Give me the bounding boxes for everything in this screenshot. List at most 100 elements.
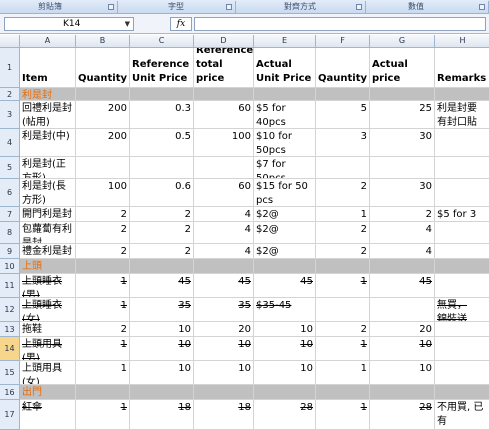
column-header-h[interactable]: H	[435, 35, 489, 48]
cell-g14[interactable]: 10	[370, 337, 435, 361]
cell-c16[interactable]	[130, 385, 194, 400]
cell-d4[interactable]: 100	[194, 129, 254, 157]
cell-f12[interactable]	[316, 298, 370, 322]
cell-h14[interactable]	[435, 337, 489, 361]
cell-d7[interactable]: 4	[194, 207, 254, 222]
column-header-c[interactable]: C	[130, 35, 194, 48]
column-header-b[interactable]: B	[76, 35, 130, 48]
dialog-launcher-icon[interactable]	[479, 4, 485, 10]
cell-g10[interactable]	[370, 259, 435, 274]
cell-c10[interactable]	[130, 259, 194, 274]
cell-h11[interactable]	[435, 274, 489, 298]
cell-a12[interactable]: 上頭睡衣 (女)	[20, 298, 76, 322]
cell-c4[interactable]: 0.5	[130, 129, 194, 157]
row-header[interactable]: 4	[0, 129, 20, 157]
cell-a13[interactable]: 拖鞋	[20, 322, 76, 337]
cell-f9[interactable]: 2	[316, 244, 370, 259]
ribbon-group-clipboard[interactable]: 剪貼簿	[0, 1, 118, 13]
cell-e3[interactable]: $5 for 40pcs	[254, 101, 316, 129]
cell-d8[interactable]: 4	[194, 222, 254, 244]
cell-c5[interactable]	[130, 157, 194, 179]
cell-e14[interactable]: 10	[254, 337, 316, 361]
cell-g15[interactable]: 10	[370, 361, 435, 385]
cell-b4[interactable]: 200	[76, 129, 130, 157]
cell-h4[interactable]	[435, 129, 489, 157]
cell-a4[interactable]: 利是封(中)	[20, 129, 76, 157]
row-header[interactable]: 12	[0, 298, 20, 322]
cell-c12[interactable]: 35	[130, 298, 194, 322]
cell-h17[interactable]: 不用買, 已 有	[435, 400, 489, 430]
cell-c6[interactable]: 0.6	[130, 179, 194, 207]
column-header-a[interactable]: A	[20, 35, 76, 48]
column-header-d[interactable]: D	[194, 35, 254, 48]
cell-b17[interactable]: 1	[76, 400, 130, 430]
formula-input[interactable]	[194, 17, 486, 31]
cell-a16[interactable]: 出門	[20, 385, 76, 400]
select-all-corner[interactable]	[0, 35, 20, 48]
cell-g5[interactable]	[370, 157, 435, 179]
cell-e2[interactable]	[254, 88, 316, 101]
cell-f11[interactable]: 1	[316, 274, 370, 298]
cell-f2[interactable]	[316, 88, 370, 101]
cell-g16[interactable]	[370, 385, 435, 400]
cell-c14[interactable]: 10	[130, 337, 194, 361]
cell-f1[interactable]: Qauntity	[316, 48, 370, 88]
cell-e7[interactable]: $2@	[254, 207, 316, 222]
cell-c7[interactable]: 2	[130, 207, 194, 222]
dialog-launcher-icon[interactable]	[226, 4, 232, 10]
cell-e8[interactable]: $2@	[254, 222, 316, 244]
cell-f16[interactable]	[316, 385, 370, 400]
cell-e17[interactable]: 28	[254, 400, 316, 430]
row-header[interactable]: 16	[0, 385, 20, 400]
cell-e1[interactable]: Actual Unit Price	[254, 48, 316, 88]
cell-e9[interactable]: $2@	[254, 244, 316, 259]
cell-d2[interactable]	[194, 88, 254, 101]
cell-d12[interactable]: 35	[194, 298, 254, 322]
cell-f8[interactable]: 2	[316, 222, 370, 244]
row-header[interactable]: 11	[0, 274, 20, 298]
row-header[interactable]: 13	[0, 322, 20, 337]
cell-b15[interactable]: 1	[76, 361, 130, 385]
row-header[interactable]: 1	[0, 48, 20, 88]
cell-a10[interactable]: 上頭	[20, 259, 76, 274]
cell-a9[interactable]: 禮金利是封	[20, 244, 76, 259]
cell-b9[interactable]: 2	[76, 244, 130, 259]
cell-d10[interactable]	[194, 259, 254, 274]
cell-a11[interactable]: 上頭睡衣 (男)	[20, 274, 76, 298]
cell-b8[interactable]: 2	[76, 222, 130, 244]
row-header[interactable]: 8	[0, 222, 20, 244]
ribbon-group-font[interactable]: 字型	[118, 1, 236, 13]
cell-h5[interactable]	[435, 157, 489, 179]
cell-d11[interactable]: 45	[194, 274, 254, 298]
cell-f5[interactable]	[316, 157, 370, 179]
cell-b12[interactable]: 1	[76, 298, 130, 322]
cell-a1[interactable]: Item	[20, 48, 76, 88]
cell-h8[interactable]	[435, 222, 489, 244]
cell-h10[interactable]	[435, 259, 489, 274]
cell-f7[interactable]: 1	[316, 207, 370, 222]
cell-a17[interactable]: 紅傘	[20, 400, 76, 430]
cell-g8[interactable]: 4	[370, 222, 435, 244]
row-header[interactable]: 10	[0, 259, 20, 274]
cell-c3[interactable]: 0.3	[130, 101, 194, 129]
cell-g12[interactable]	[370, 298, 435, 322]
cell-e11[interactable]: 45	[254, 274, 316, 298]
cell-d5[interactable]	[194, 157, 254, 179]
cell-h15[interactable]	[435, 361, 489, 385]
cell-e4[interactable]: $10 for 50pcs	[254, 129, 316, 157]
cell-b10[interactable]	[76, 259, 130, 274]
column-header-f[interactable]: F	[316, 35, 370, 48]
cell-b3[interactable]: 200	[76, 101, 130, 129]
cell-d1[interactable]: Reference total price	[194, 48, 254, 88]
cell-b6[interactable]: 100	[76, 179, 130, 207]
cell-b11[interactable]: 1	[76, 274, 130, 298]
cell-c8[interactable]: 2	[130, 222, 194, 244]
cell-d3[interactable]: 60	[194, 101, 254, 129]
chevron-down-icon[interactable]: ▼	[125, 18, 130, 30]
cell-h3[interactable]: 利是封要 有封口貼	[435, 101, 489, 129]
dialog-launcher-icon[interactable]	[108, 4, 114, 10]
cell-b14[interactable]: 1	[76, 337, 130, 361]
cell-e15[interactable]: 10	[254, 361, 316, 385]
cell-d9[interactable]: 4	[194, 244, 254, 259]
cell-c17[interactable]: 18	[130, 400, 194, 430]
